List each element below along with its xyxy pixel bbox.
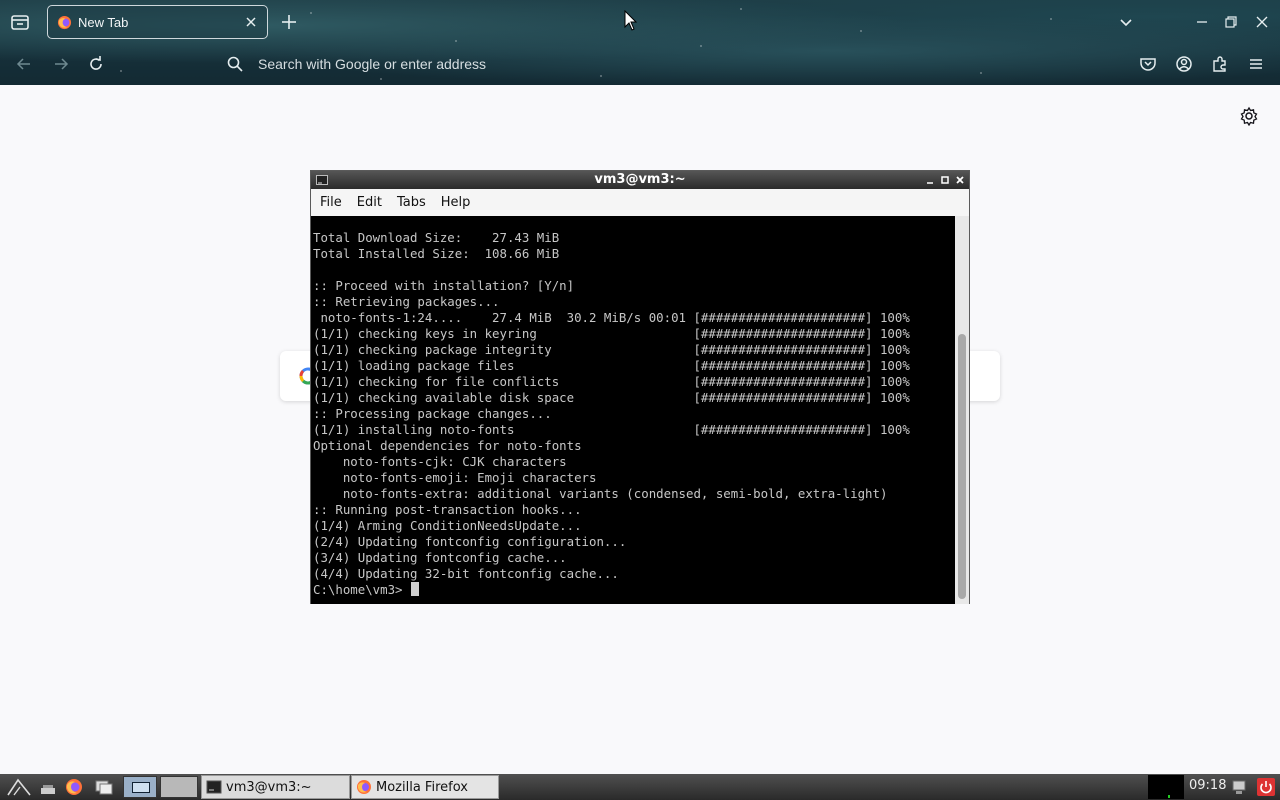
tab-title: New Tab [78,14,129,30]
show-desktop-icon[interactable] [38,778,58,796]
terminal-line: :: Proceed with installation? [Y/n] [313,278,575,293]
terminal-line: noto-fonts-1:24.... 27.4 MiB 30.2 MiB/s … [313,310,910,325]
browser-toolbar: New Tab Search with Google or enter addr… [0,0,1280,85]
terminal-line: (1/4) Arming ConditionNeedsUpdate... [313,518,582,533]
menu-file[interactable]: File [320,195,342,210]
reload-icon[interactable] [87,55,105,73]
start-menu-icon[interactable] [6,778,32,796]
menu-help[interactable]: Help [441,195,471,210]
workspace-window-thumbnail [132,782,150,793]
pocket-icon[interactable] [1139,55,1157,73]
terminal-maximize-icon[interactable] [939,174,951,186]
terminal-line: :: Running post-transaction hooks... [313,502,582,517]
terminal-line: (1/1) checking for file conflicts [#####… [313,374,910,389]
terminal-line: noto-fonts-cjk: CJK characters [313,454,567,469]
terminal-window[interactable]: vm3@vm3:~ File Edit Tabs Help Total Down… [310,170,970,604]
firefox-icon [357,780,371,794]
terminal-line: (1/1) checking keys in keyring [########… [313,326,910,341]
menu-tabs[interactable]: Tabs [397,195,426,210]
terminal-line: Total Download Size: 27.43 MiB [313,230,560,245]
minimize-icon[interactable] [1194,14,1210,30]
terminal-scrollbar-thumb[interactable] [958,334,966,599]
terminal-line: noto-fonts-extra: additional variants (c… [313,486,888,501]
power-icon[interactable] [1256,778,1276,796]
url-placeholder: Search with Google or enter address [258,56,487,72]
terminal-prompt-line: C:\home\vm3> [313,582,955,598]
terminal-close-icon[interactable] [954,174,966,186]
terminal-line: (1/1) installing noto-fonts [###########… [313,422,910,437]
settings-gear-icon[interactable] [1239,106,1259,126]
cpu-monitor-graph [1148,775,1184,799]
taskbar-task-label: Mozilla Firefox [376,779,468,795]
terminal-output[interactable]: Total Download Size: 27.43 MiB Total Ins… [311,216,955,604]
terminal-line: (4/4) Updating 32-bit fontconfig cache..… [313,566,619,581]
mouse-cursor-icon [624,10,638,31]
terminal-line: :: Processing package changes... [313,406,552,421]
terminal-icon [206,780,222,794]
restore-icon[interactable] [1223,14,1239,30]
close-tab-icon[interactable] [244,15,258,29]
terminal-menubar: File Edit Tabs Help [311,189,969,216]
firefox-launcher-icon[interactable] [64,778,84,796]
menu-icon[interactable] [1247,55,1265,73]
search-icon [227,56,243,72]
back-icon[interactable] [15,55,33,73]
new-tab-icon[interactable] [280,13,298,31]
tab-list-icon[interactable] [9,12,31,32]
url-bar[interactable]: Search with Google or enter address [220,48,1120,80]
file-manager-icon[interactable] [94,778,114,796]
terminal-titlebar[interactable]: vm3@vm3:~ [311,171,969,189]
network-icon[interactable] [1229,778,1249,796]
taskbar: vm3@vm3:~ Mozilla Firefox 09:18 [0,774,1280,800]
taskbar-clock[interactable]: 09:18 [1189,778,1226,793]
terminal-line: (1/1) checking package integrity [######… [313,342,910,357]
taskbar-task-terminal[interactable]: vm3@vm3:~ [201,775,350,799]
terminal-line: Optional dependencies for noto-fonts [313,438,582,453]
terminal-line: (3/4) Updating fontconfig cache... [313,550,567,565]
workspace-2[interactable] [160,776,198,798]
account-icon[interactable] [1175,55,1193,73]
terminal-cursor [410,582,419,596]
tab-new-tab[interactable]: New Tab [47,5,268,39]
extensions-icon[interactable] [1211,55,1229,73]
terminal-line: :: Retrieving packages... [313,294,500,309]
terminal-line: Total Installed Size: 108.66 MiB [313,246,560,261]
terminal-line: (2/4) Updating fontconfig configuration.… [313,534,627,549]
terminal-prompt: C:\home\vm3> [313,582,410,597]
terminal-title: vm3@vm3:~ [594,172,686,187]
taskbar-task-label: vm3@vm3:~ [226,779,312,795]
taskbar-task-firefox[interactable]: Mozilla Firefox [351,775,499,799]
terminal-line: noto-fonts-emoji: Emoji characters [313,470,597,485]
terminal-line: (1/1) checking available disk space [###… [313,390,910,405]
firefox-icon [57,15,72,29]
list-all-tabs-icon[interactable] [1118,14,1134,30]
forward-icon[interactable] [52,55,70,73]
terminal-line: (1/1) loading package files [###########… [313,358,910,373]
terminal-minimize-icon[interactable] [924,174,936,186]
terminal-scrollbar[interactable] [955,216,969,604]
workspace-1[interactable] [123,776,157,798]
close-window-icon[interactable] [1254,14,1270,30]
menu-edit[interactable]: Edit [357,195,382,210]
